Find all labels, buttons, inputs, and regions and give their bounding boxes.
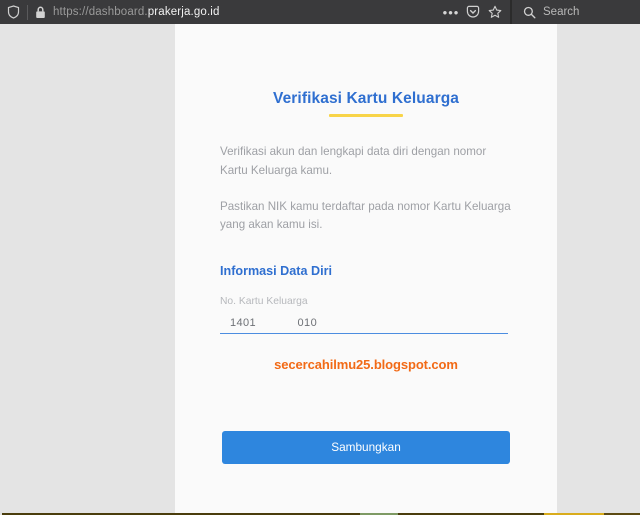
page-actions-icon[interactable]: •••	[440, 0, 462, 24]
padlock-icon[interactable]	[32, 0, 48, 24]
content-column: Verifikasi Kartu Keluarga Verifikasi aku…	[175, 24, 557, 465]
url-subdomain: https://dashboard.	[53, 6, 148, 18]
search-icon	[521, 0, 537, 24]
kk-field-label: No. Kartu Keluarga	[220, 296, 308, 308]
submit-button[interactable]: Sambungkan	[222, 431, 510, 465]
browser-toolbar: https://dashboard.prakerja.go.id ••• Sea…	[0, 0, 640, 24]
browser-search-bar[interactable]: Search	[510, 0, 640, 24]
search-placeholder: Search	[543, 6, 580, 18]
section-heading: Informasi Data Diri	[220, 264, 332, 279]
url-text[interactable]: https://dashboard.prakerja.go.id	[48, 6, 440, 18]
url-bar[interactable]: https://dashboard.prakerja.go.id •••	[0, 0, 510, 24]
kk-number-input[interactable]	[220, 314, 508, 335]
toolbar-divider	[27, 4, 28, 20]
page-title: Verifikasi Kartu Keluarga	[273, 90, 459, 107]
intro-paragraph-2: Pastikan NIK kamu terdaftar pada nomor K…	[220, 199, 511, 232]
content-card: Verifikasi Kartu Keluarga Verifikasi aku…	[175, 24, 557, 513]
watermark-text: secercahilmu25.blogspot.com	[274, 357, 458, 373]
url-domain: prakerja.go.id	[147, 6, 220, 18]
pocket-icon[interactable]	[462, 0, 484, 24]
page-viewport: Verifikasi Kartu Keluarga Verifikasi aku…	[0, 24, 640, 513]
star-icon[interactable]	[484, 0, 506, 24]
page-title-block: Verifikasi Kartu Keluarga	[220, 24, 512, 117]
title-underline	[329, 114, 403, 117]
intro-paragraph-1: Verifikasi akun dan lengkapi data diri d…	[220, 145, 487, 177]
shield-icon[interactable]	[3, 0, 23, 24]
